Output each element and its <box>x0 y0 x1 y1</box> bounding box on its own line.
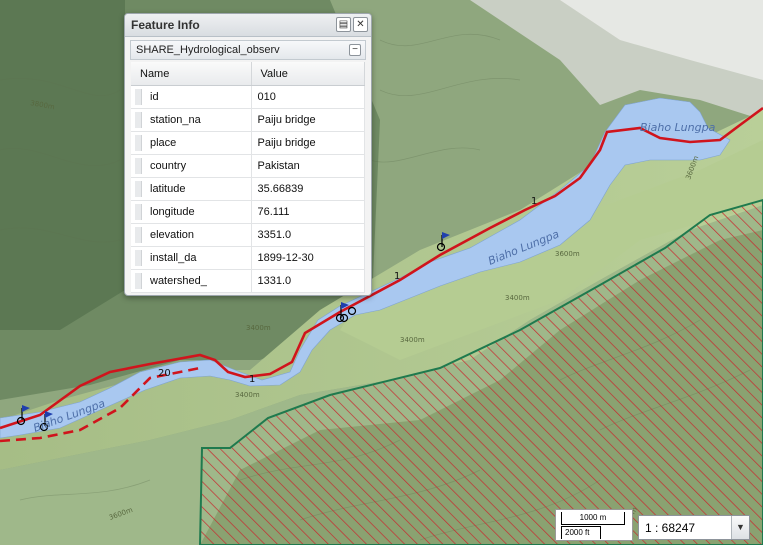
route-number: 20 <box>158 368 171 379</box>
row-handle <box>135 158 142 174</box>
attribute-name: install_da <box>150 252 197 264</box>
river-label: Biaho Lungpa <box>640 121 716 134</box>
table-row[interactable]: longitude 76.111 <box>131 200 365 224</box>
row-handle <box>135 135 142 151</box>
row-handle <box>135 250 142 266</box>
scale-select-value: 1 : 68247 <box>645 521 696 535</box>
attribute-value: Paiju bridge <box>251 108 365 132</box>
row-handle <box>135 227 142 243</box>
table-header-row: Name Value <box>131 62 365 86</box>
column-header-value[interactable]: Value <box>251 62 365 86</box>
attribute-name: country <box>150 160 187 172</box>
attribute-value: Pakistan <box>251 154 365 178</box>
scale-imperial: 2000 ft <box>561 526 601 539</box>
attribute-name: place <box>150 137 177 149</box>
attribute-name: longitude <box>150 206 195 218</box>
table-row[interactable]: country Pakistan <box>131 154 365 178</box>
attribute-value: 010 <box>251 85 365 109</box>
scale-select[interactable]: 1 : 68247 ▼ <box>638 515 750 540</box>
panel-title: Feature Info <box>131 18 200 32</box>
layer-title: SHARE_Hydrological_observ <box>136 44 280 56</box>
attribute-table: Name Value id 010 station_na Paiju bridge … <box>131 62 365 293</box>
contour-label: 3400m <box>505 294 530 302</box>
scale-metric: 1000 m <box>561 512 625 525</box>
scale-bar: 1000 m 2000 ft <box>555 509 633 541</box>
attribute-value: 35.66839 <box>251 177 365 201</box>
close-icon[interactable]: ✕ <box>353 17 368 32</box>
route-number: 1 <box>249 374 255 385</box>
row-handle <box>135 112 142 128</box>
row-handle <box>135 89 142 105</box>
layer-group-header[interactable]: SHARE_Hydrological_observ − <box>130 40 366 60</box>
table-row[interactable]: place Paiju bridge <box>131 131 365 155</box>
attribute-name: watershed_ <box>150 275 207 287</box>
chevron-down-icon[interactable]: ▼ <box>731 516 749 539</box>
attribute-value: 76.111 <box>251 200 365 224</box>
attribute-value: 1899-12-30 <box>251 246 365 270</box>
route-number: 1 <box>394 271 400 282</box>
row-handle <box>135 181 142 197</box>
map-canvas[interactable]: Biaho Lungpa Biaho Lungpa Biaho Lungpa 1… <box>0 0 763 545</box>
table-row[interactable]: id 010 <box>131 85 365 109</box>
attribute-name: id <box>150 91 159 103</box>
pin-icon[interactable]: ▤ <box>336 17 351 32</box>
table-row[interactable]: elevation 3351.0 <box>131 223 365 247</box>
contour-label: 3400m <box>235 391 260 399</box>
minus-icon[interactable]: − <box>349 44 361 56</box>
map-svg[interactable]: Biaho Lungpa Biaho Lungpa Biaho Lungpa 1… <box>0 0 763 545</box>
row-handle <box>135 204 142 220</box>
attribute-value: Paiju bridge <box>251 131 365 155</box>
attribute-value: 1331.0 <box>251 269 365 293</box>
attribute-name: latitude <box>150 183 186 195</box>
column-header-name[interactable]: Name <box>131 62 252 86</box>
table-row[interactable]: install_da 1899-12-30 <box>131 246 365 270</box>
attribute-name: elevation <box>150 229 195 241</box>
row-handle <box>135 273 142 289</box>
table-row[interactable]: station_na Paiju bridge <box>131 108 365 132</box>
panel-header[interactable]: Feature Info ▤ ✕ <box>125 14 371 37</box>
contour-label: 3600m <box>555 250 580 258</box>
feature-info-panel[interactable]: Feature Info ▤ ✕ SHARE_Hydrological_obse… <box>124 13 372 296</box>
attribute-value: 3351.0 <box>251 223 365 247</box>
route-number: 1 <box>531 196 537 207</box>
table-row[interactable]: watershed_ 1331.0 <box>131 269 365 293</box>
contour-label: 3400m <box>246 324 271 332</box>
contour-label: 3400m <box>400 336 425 344</box>
attribute-name: station_na <box>150 114 201 126</box>
table-row[interactable]: latitude 35.66839 <box>131 177 365 201</box>
